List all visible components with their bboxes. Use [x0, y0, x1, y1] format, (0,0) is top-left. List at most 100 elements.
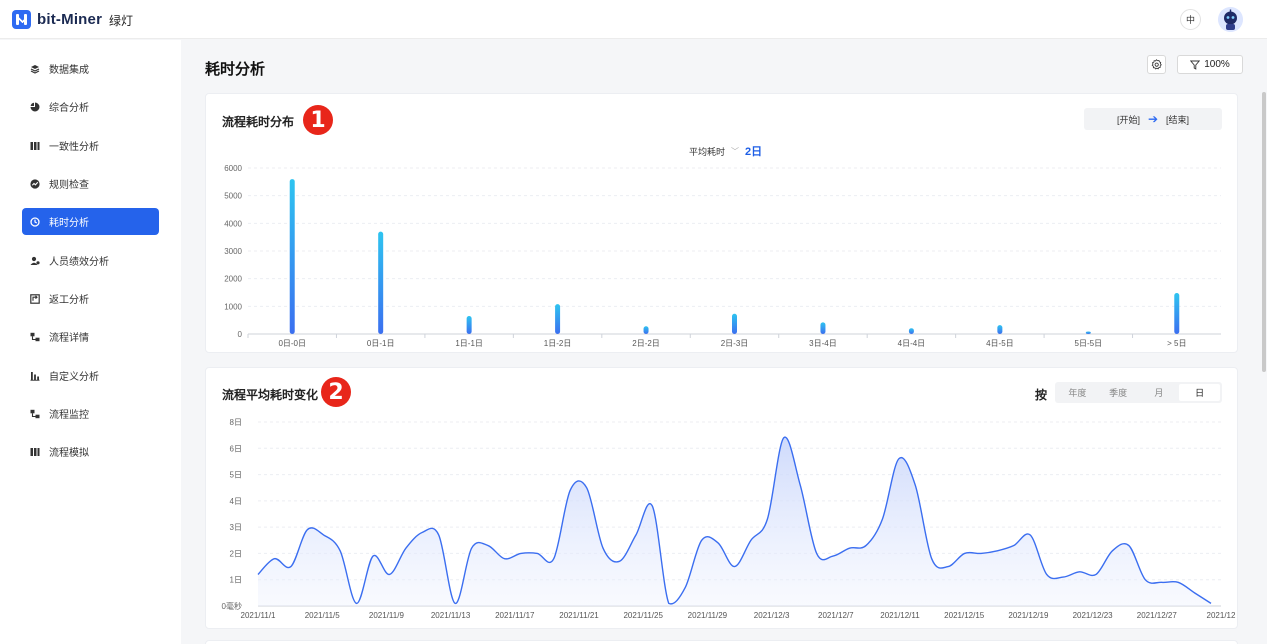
x-tick-label: 2021/11/29 — [688, 611, 728, 620]
sidebar-item-rework-analysis[interactable]: 返工分析 — [22, 285, 159, 312]
trend-point — [405, 548, 406, 549]
trend-point — [340, 550, 341, 551]
trend-point — [816, 553, 817, 554]
avatar[interactable] — [1218, 7, 1243, 32]
x-tick-label: 5日-5日 — [1075, 339, 1103, 348]
trend-point — [455, 603, 456, 604]
robot-avatar-icon — [1218, 7, 1243, 32]
trend-point — [504, 558, 505, 559]
sidebar-item-staff-performance[interactable]: 人员绩效分析 — [22, 247, 159, 274]
y-tick-label: 2000 — [224, 275, 242, 284]
sidebar-item-consistency-analysis[interactable]: 一致性分析 — [22, 132, 159, 159]
trend-point — [800, 484, 801, 485]
x-tick-label: > 5日 — [1167, 339, 1186, 348]
trend-point — [783, 437, 784, 438]
y-tick-label: 0 — [238, 330, 243, 339]
x-tick-label: 2021/12/11 — [880, 611, 920, 620]
x-tick-label: 0日-1日 — [367, 339, 395, 348]
trend-point — [668, 603, 669, 604]
sidebar-item-label: 自定义分析 — [49, 372, 99, 383]
trend-point — [1194, 592, 1195, 593]
sidebar-item-label: 耗时分析 — [49, 218, 89, 229]
trend-point — [898, 458, 899, 459]
trend-point — [1046, 574, 1047, 575]
bar — [820, 322, 826, 334]
trend-point — [1063, 576, 1064, 577]
y-tick-label: 0毫秒 — [222, 601, 242, 611]
y-tick-label: 4日 — [230, 497, 242, 506]
trend-point — [685, 587, 686, 588]
bar-chart-icon — [30, 371, 40, 381]
trend-point — [652, 506, 653, 507]
x-tick-label: 2日-3日 — [721, 339, 749, 348]
x-tick-label: 1日-1日 — [455, 339, 483, 348]
trend-point — [537, 553, 538, 554]
sidebar-item-process-simulation[interactable]: 流程模拟 — [22, 438, 159, 465]
bar — [1174, 293, 1180, 334]
trend-point — [389, 574, 390, 575]
y-tick-label: 5日 — [230, 471, 242, 480]
y-tick-label: 5000 — [224, 192, 242, 201]
sidebar-item-time-analysis[interactable]: 耗时分析 — [22, 208, 159, 235]
average-duration-trend-chart: 0毫秒 1日 2日 3日 4日 5日 6日 8日 2021/11/1 2021/11/5 2021/… — [222, 418, 1236, 620]
trend-point — [1145, 579, 1146, 580]
x-tick-label: 2021/12/23 — [1073, 611, 1114, 620]
trend-point — [356, 603, 357, 604]
y-tick-label: 8日 — [230, 418, 242, 427]
settings-button[interactable] — [1147, 55, 1166, 74]
sidebar-item-label: 流程模拟 — [49, 448, 89, 459]
x-tick-label: 2021/12 — [1207, 611, 1236, 620]
x-tick-label: 2021/11/21 — [559, 611, 599, 620]
trend-point — [734, 566, 735, 567]
trend-point — [307, 529, 308, 530]
bar — [555, 304, 561, 334]
project-name[interactable]: 绿灯 — [109, 12, 133, 29]
layers-icon — [30, 64, 40, 74]
trend-point — [471, 548, 472, 549]
sidebar-item-overall-analysis[interactable]: 综合分析 — [22, 93, 159, 120]
zoom-level: 100% — [1204, 59, 1230, 70]
trend-point — [915, 484, 916, 485]
trend-point — [1210, 603, 1211, 604]
trend-point — [1079, 571, 1080, 572]
y-tick-label: 2日 — [230, 549, 242, 558]
trend-point — [980, 553, 981, 554]
trend-point — [487, 545, 488, 546]
columns-icon — [30, 447, 40, 457]
trend-point — [635, 534, 636, 535]
bar — [289, 179, 295, 334]
trend-point — [570, 490, 571, 491]
trend-point — [290, 566, 291, 567]
sidebar-item-data-integration[interactable]: 数据集成 — [22, 55, 159, 82]
sidebar-item-process-monitoring[interactable]: 流程监控 — [22, 400, 159, 427]
trend-point — [997, 550, 998, 551]
y-tick-label: 4000 — [224, 219, 242, 228]
bar — [732, 313, 737, 334]
sidebar-item-custom-analysis[interactable]: 自定义分析 — [22, 362, 159, 389]
pie-chart-icon — [30, 102, 40, 112]
x-tick-label: 2021/12/27 — [1137, 611, 1178, 620]
average-duration-trend-card: 流程平均耗时变化 2 按 年度 季度 月 日 0毫秒 1日 2日 3日 4日 5日 6日 8日… — [205, 367, 1238, 629]
x-tick-label: 2021/12/7 — [818, 611, 854, 620]
columns-icon — [30, 141, 40, 151]
filter-icon — [1190, 60, 1201, 70]
trend-point — [274, 558, 275, 559]
gear-icon — [1151, 59, 1162, 70]
duration-distribution-card: 流程耗时分布 1 [开始] ➔ [结束] 平均耗时 ﹀ 2日 0 1000 2000… — [205, 93, 1238, 353]
sidebar-item-process-details[interactable]: 流程详情 — [22, 323, 159, 350]
sidebar-item-label: 流程监控 — [49, 410, 89, 421]
trend-point — [1095, 574, 1096, 575]
language-switch-button[interactable]: 中 — [1180, 9, 1201, 30]
x-tick-label: 2021/11/5 — [305, 611, 341, 620]
flow-icon — [30, 332, 40, 342]
bar — [643, 326, 649, 334]
trend-point — [832, 555, 833, 556]
app-logo[interactable]: bit-Miner — [12, 10, 102, 29]
zoom-filter-button[interactable]: 100% — [1177, 55, 1243, 74]
x-tick-label: 2021/11/25 — [623, 611, 663, 620]
logo-icon — [12, 10, 31, 29]
x-tick-label: 2021/11/13 — [431, 611, 471, 620]
bar — [378, 231, 384, 334]
page-scrollbar[interactable] — [1262, 92, 1266, 372]
sidebar-item-rule-check[interactable]: 规则检查 — [22, 170, 159, 197]
